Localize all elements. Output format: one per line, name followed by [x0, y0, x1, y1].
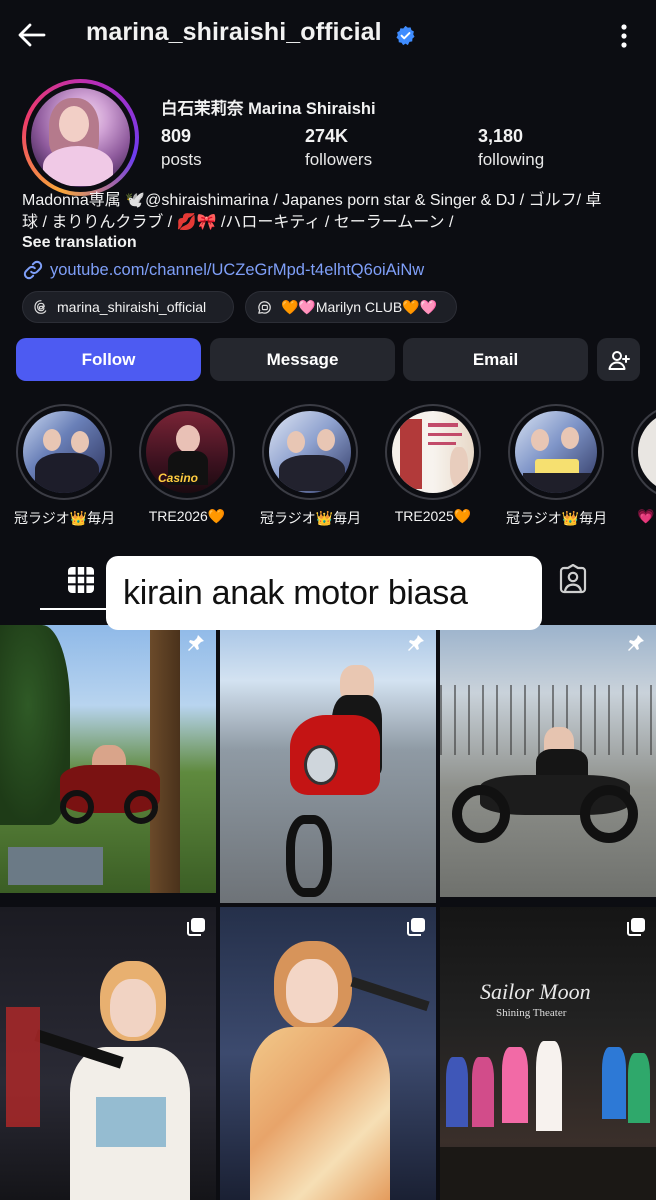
pin-icon	[188, 635, 204, 651]
message-button[interactable]: Message	[210, 338, 395, 381]
story-highlight[interactable]: TRE2025🧡	[383, 404, 483, 525]
multiple-photos-icon	[187, 918, 205, 936]
following-label: following	[478, 150, 545, 169]
posts-count: 809	[161, 126, 192, 146]
story-highlight[interactable]: Casino TRE2026🧡	[137, 404, 237, 525]
profile-link[interactable]: youtube.com/channel/UCZeGrMpd-t4elhtQ6oi…	[22, 259, 424, 281]
link-icon	[23, 260, 43, 280]
followers-count: 274K	[305, 126, 349, 146]
threads-chip[interactable]: marina_shiraishi_official	[22, 291, 234, 323]
story-highlight[interactable]: 冠ラジオ👑毎月...	[506, 404, 606, 528]
highlight-label: 冠ラジオ👑毎月...	[506, 510, 606, 526]
stat-posts[interactable]: 809 posts	[161, 126, 202, 170]
story-highlight[interactable]: 💗	[629, 404, 656, 525]
broadcast-channel-icon	[258, 300, 271, 314]
post-tile[interactable]	[440, 625, 656, 897]
story-highlight[interactable]: 冠ラジオ👑毎月...	[260, 404, 360, 528]
profile-username: marina_shiraishi_official	[86, 18, 382, 46]
profile-avatar[interactable]	[22, 79, 139, 196]
channel-chip[interactable]: 🧡🩷Marilyn CLUB🧡🩷	[245, 291, 457, 323]
profile-bio: Madonna専属 🕊️@shiraishimarina / Japanes p…	[22, 190, 634, 234]
highlight-label: TRE2025🧡	[394, 508, 472, 524]
highlight-label: 💗	[637, 508, 655, 524]
profile-link-text: youtube.com/channel/UCZeGrMpd-t4elhtQ6oi…	[50, 260, 425, 279]
stat-following[interactable]: 3,180 following	[478, 126, 544, 170]
multiple-photos-icon	[407, 918, 425, 936]
post-tile[interactable]	[220, 625, 436, 903]
post-tile[interactable]	[220, 907, 436, 1200]
following-count: 3,180	[478, 126, 524, 146]
post-tile[interactable]	[0, 907, 216, 1200]
tagged-user-icon[interactable]	[557, 564, 589, 596]
highlight-label: 冠ラジオ👑毎月...	[14, 510, 114, 526]
post-tile[interactable]	[0, 625, 216, 893]
followers-label: followers	[305, 150, 373, 169]
see-translation-link[interactable]: See translation	[22, 234, 137, 252]
stat-followers[interactable]: 274K followers	[305, 126, 372, 170]
posts-label: posts	[161, 150, 202, 169]
grid-icon[interactable]	[66, 565, 96, 595]
profile-full-name: 白石茉莉奈 Marina Shiraishi	[161, 100, 376, 118]
arrow-left-icon[interactable]	[14, 17, 50, 53]
pin-icon	[408, 635, 424, 651]
bio-line: Madonna専属 🕊️@shiraishimarina / Japanes p…	[22, 192, 602, 209]
follow-button[interactable]: Follow	[16, 338, 201, 381]
post-tile[interactable]: Sailor Moon Shining Theater	[440, 907, 656, 1200]
top-app-bar: marina_shiraishi_official	[0, 0, 656, 70]
suggest-people-button[interactable]	[597, 338, 640, 381]
verified-badge-icon	[396, 25, 415, 46]
highlight-label: 冠ラジオ👑毎月...	[260, 510, 360, 526]
highlight-label: TRE2026🧡	[148, 508, 226, 524]
caption-sticker: kirain anak motor biasa	[106, 556, 542, 630]
threads-icon	[34, 300, 47, 314]
person-add-icon	[608, 350, 630, 370]
email-button[interactable]: Email	[403, 338, 588, 381]
more-vertical-icon[interactable]	[610, 20, 638, 52]
story-highlight[interactable]: 冠ラジオ👑毎月...	[14, 404, 114, 528]
multiple-photos-icon	[627, 918, 645, 936]
bio-line: 球 / まりりんクラブ / 💋🎀 /ハローキティ / セーラームーン /	[22, 214, 454, 231]
pin-icon	[628, 635, 644, 651]
channel-chip-label: 🧡🩷Marilyn CLUB🧡🩷	[281, 298, 438, 315]
threads-chip-label: marina_shiraishi_official	[57, 299, 207, 315]
